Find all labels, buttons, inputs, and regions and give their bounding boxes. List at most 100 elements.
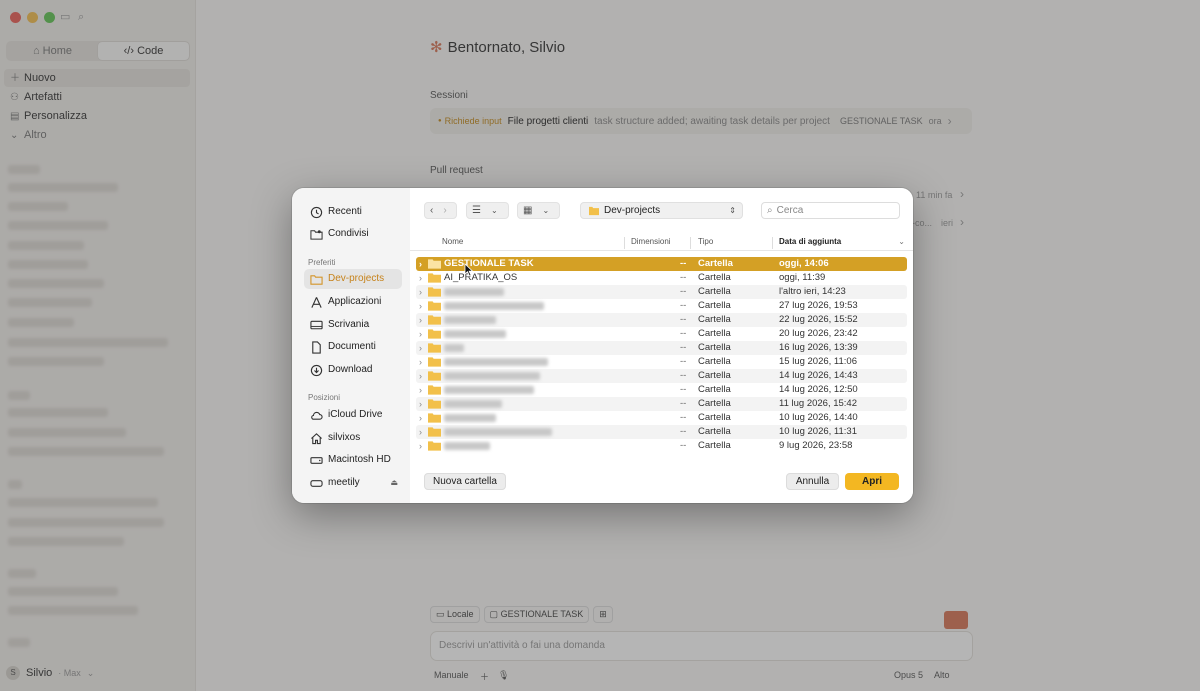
table-row[interactable]: › AI_PRATIKA_OS -- Cartella oggi, 11:39 [416, 271, 907, 285]
disclosure-icon[interactable]: › [419, 412, 422, 424]
disclosure-icon[interactable]: › [419, 286, 422, 298]
search-field[interactable]: ⌕ Cerca [761, 202, 900, 219]
redacted-name [444, 442, 490, 450]
folder-icon [428, 399, 441, 409]
disclosure-icon[interactable]: › [419, 300, 422, 312]
cancel-button[interactable]: Annulla [786, 473, 839, 490]
table-row[interactable]: › -- Cartella 10 lug 2026, 14:40 [416, 411, 907, 425]
dialog-sidebar-item-documenti[interactable]: Documenti [304, 337, 402, 357]
disclosure-icon[interactable]: › [419, 356, 422, 368]
disclosure-icon[interactable]: › [419, 398, 422, 410]
column-divider[interactable] [690, 237, 691, 249]
row-type: Cartella [698, 342, 731, 353]
table-row[interactable]: › -- Cartella 9 lug 2026, 23:58 [416, 439, 907, 453]
table-row[interactable]: › -- Cartella 20 lug 2026, 23:42 [416, 327, 907, 341]
new-folder-button[interactable]: Nuova cartella [424, 473, 506, 490]
row-size: -- [680, 440, 687, 451]
list-view-icon: ☰ [472, 205, 481, 216]
dialog-sidebar-item-macintosh-hd[interactable]: Macintosh HD [304, 450, 402, 470]
folder-icon [428, 385, 441, 395]
row-size: -- [680, 272, 687, 283]
redacted-name [444, 400, 502, 408]
column-divider[interactable] [772, 237, 773, 249]
row-date: 22 lug 2026, 15:52 [779, 314, 858, 325]
group-view-button[interactable]: ▦ ⌄ [517, 202, 560, 219]
disclosure-icon[interactable]: › [419, 314, 422, 326]
table-row[interactable]: › GESTIONALE TASK -- Cartella oggi, 14:0… [416, 257, 907, 271]
table-row[interactable]: › -- Cartella 16 lug 2026, 13:39 [416, 341, 907, 355]
folder-icon [428, 427, 441, 437]
chevron-down-icon: ⌄ [542, 206, 550, 215]
disclosure-icon[interactable]: › [419, 272, 422, 284]
dialog-sidebar-item-applicazioni[interactable]: Applicazioni [304, 292, 402, 312]
disclosure-icon[interactable]: › [419, 426, 422, 438]
column-size[interactable]: Dimensioni [631, 237, 671, 246]
open-button[interactable]: Apri [845, 473, 899, 490]
disclosure-icon[interactable]: › [419, 370, 422, 382]
search-icon: ⌕ [767, 205, 773, 216]
dialog-sidebar-item-dev-projects[interactable]: Dev-projects [304, 269, 402, 289]
history-nav: ‹ › [424, 202, 457, 219]
eject-icon[interactable]: ⏏ [390, 473, 398, 493]
dialog-sidebar-label: Dev-projects [328, 273, 385, 284]
path-popup[interactable]: Dev-projects ⇕ [580, 202, 743, 219]
table-row[interactable]: › -- Cartella 10 lug 2026, 11:31 [416, 425, 907, 439]
disclosure-icon[interactable]: › [419, 384, 422, 396]
redacted-name [444, 330, 506, 338]
list-view-button[interactable]: ☰ ⌄ [466, 202, 509, 219]
disclosure-icon[interactable]: › [419, 328, 422, 340]
mouse-cursor-icon [464, 263, 474, 277]
row-size: -- [680, 398, 687, 409]
disclosure-icon[interactable]: › [419, 342, 422, 354]
grid-view-icon: ▦ [523, 205, 533, 216]
table-row[interactable]: › -- Cartella 14 lug 2026, 14:43 [416, 369, 907, 383]
popup-arrows-icon: ⇕ [729, 206, 736, 215]
row-size: -- [680, 286, 687, 297]
row-size: -- [680, 342, 687, 353]
dialog-sidebar-item-silvixos[interactable]: silvixos [304, 428, 402, 448]
dialog-sidebar-item-download[interactable]: Download [304, 360, 402, 380]
folder-icon [428, 371, 441, 381]
table-row[interactable]: › -- Cartella l'altro ieri, 14:23 [416, 285, 907, 299]
row-type: Cartella [698, 314, 731, 325]
applications-icon [311, 296, 322, 308]
column-divider[interactable] [624, 237, 625, 249]
disclosure-icon[interactable]: › [419, 258, 422, 270]
redacted-name [444, 428, 552, 436]
row-date: l'altro ieri, 14:23 [779, 286, 846, 297]
dialog-sidebar-item-recenti[interactable]: Recenti [304, 202, 402, 222]
dialog-sidebar-item-condivisi[interactable]: Condivisi [304, 224, 402, 244]
row-size: -- [680, 426, 687, 437]
path-label: Dev-projects [604, 205, 661, 216]
row-size: -- [680, 412, 687, 423]
redacted-name [444, 302, 544, 310]
dialog-sidebar-item-icloud[interactable]: iCloud Drive [304, 405, 402, 425]
back-icon[interactable]: ‹ [425, 205, 438, 216]
table-row[interactable]: › -- Cartella 22 lug 2026, 15:52 [416, 313, 907, 327]
row-date: 10 lug 2026, 14:40 [779, 412, 858, 423]
row-date: 11 lug 2026, 15:42 [779, 398, 858, 409]
row-size: -- [680, 300, 687, 311]
row-size: -- [680, 328, 687, 339]
disclosure-icon[interactable]: › [419, 440, 422, 452]
table-row[interactable]: › -- Cartella 15 lug 2026, 11:06 [416, 355, 907, 369]
row-date: 16 lug 2026, 13:39 [779, 342, 858, 353]
redacted-name [444, 414, 496, 422]
dialog-sidebar-item-meetily[interactable]: meetily ⏏ [304, 473, 402, 493]
search-placeholder: Cerca [776, 205, 804, 216]
dialog-sidebar-label: Recenti [328, 206, 362, 217]
dialog-sidebar-label: iCloud Drive [328, 409, 383, 420]
forward-icon[interactable]: › [438, 205, 451, 216]
column-name[interactable]: Nome [442, 237, 463, 246]
row-date: 9 lug 2026, 23:58 [779, 440, 853, 451]
dialog-sidebar-item-scrivania[interactable]: Scrivania [304, 315, 402, 335]
column-type[interactable]: Tipo [698, 237, 713, 246]
row-type: Cartella [698, 286, 731, 297]
table-row[interactable]: › -- Cartella 14 lug 2026, 12:50 [416, 383, 907, 397]
folder-icon [428, 329, 441, 339]
row-date: oggi, 11:39 [779, 272, 826, 283]
column-date[interactable]: Data di aggiunta [779, 237, 841, 246]
table-row[interactable]: › -- Cartella 27 lug 2026, 19:53 [416, 299, 907, 313]
table-row[interactable]: › -- Cartella 11 lug 2026, 15:42 [416, 397, 907, 411]
locations-heading: Posizioni [308, 393, 341, 402]
